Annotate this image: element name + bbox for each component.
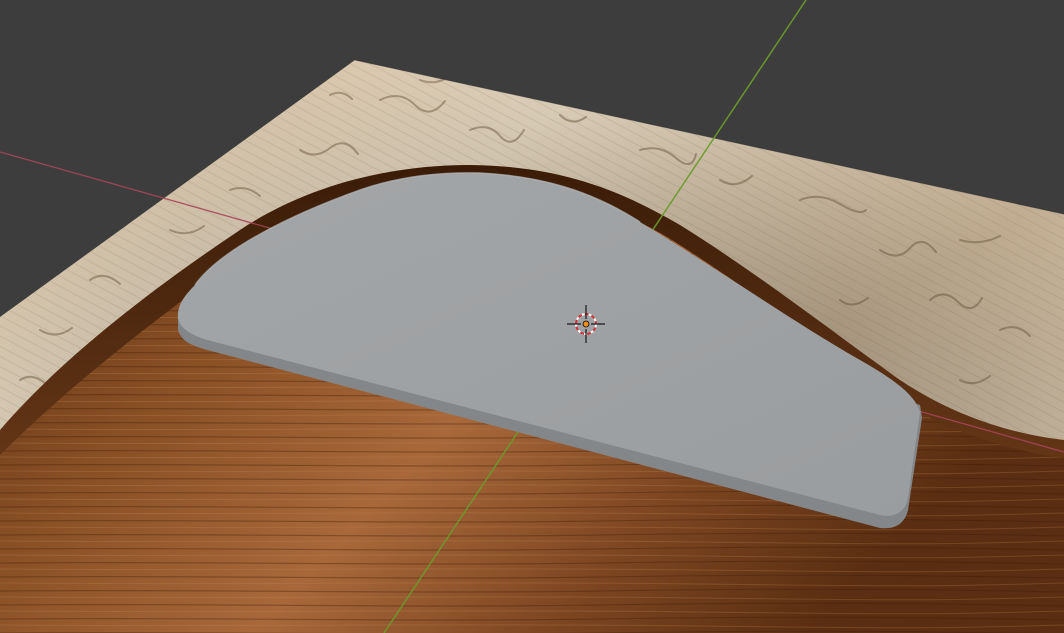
viewport-scene[interactable]: [0, 0, 1064, 633]
3d-viewport[interactable]: [0, 0, 1064, 633]
object-origin-dot: [582, 320, 590, 328]
